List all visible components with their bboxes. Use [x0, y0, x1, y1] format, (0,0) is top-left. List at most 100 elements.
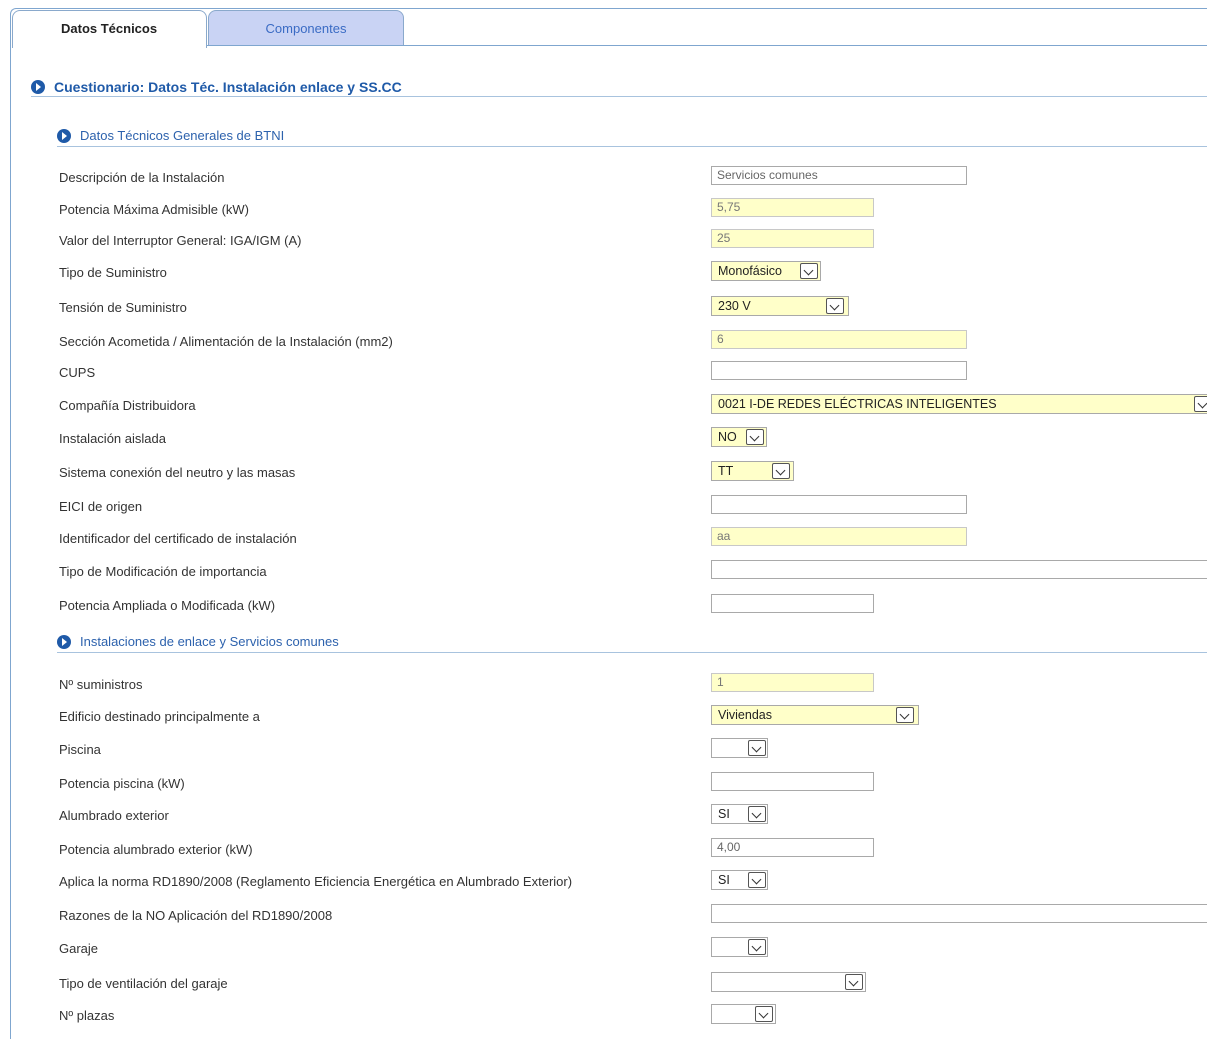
tab-componentes[interactable]: Componentes [208, 10, 404, 46]
razones-no-aplicacion-input[interactable] [711, 904, 1207, 923]
chevron-down-icon[interactable] [772, 463, 790, 479]
field-label: Potencia Ampliada o Modificada (kW) [59, 598, 276, 613]
form-row-tension-suministro: Tensión de Suministro 230 V [59, 296, 1207, 322]
field-label: EICI de origen [59, 499, 143, 514]
field-label: Tensión de Suministro [59, 300, 187, 315]
piscina-select[interactable] [711, 738, 768, 758]
field-label: Edificio destinado principalmente a [59, 709, 260, 724]
chevron-down-icon[interactable] [746, 429, 764, 445]
form-row-potencia-maxima: Potencia Máxima Admisible (kW) 5,75 [59, 198, 1207, 224]
field-label: Compañía Distribuidora [59, 398, 196, 413]
tipo-modificacion-input[interactable] [711, 560, 1207, 579]
num-plazas-select[interactable] [711, 1004, 776, 1024]
form-row-alumbrado-exterior: Alumbrado exterior SI [59, 804, 1207, 830]
ventilacion-garaje-select[interactable] [711, 972, 866, 992]
form-row-aplica-rd1890: Aplica la norma RD1890/2008 (Reglamento … [59, 870, 1207, 896]
field-label: Alumbrado exterior [59, 808, 169, 823]
field-label: Piscina [59, 742, 101, 757]
section-divider [57, 146, 1207, 147]
descripcion-input[interactable]: Servicios comunes [711, 166, 967, 185]
tipo-suministro-select[interactable]: Monofásico [711, 261, 821, 281]
form-row-tipo-suministro: Tipo de Suministro Monofásico [59, 261, 1207, 287]
section-title: Datos Técnicos Generales de BTNI [80, 128, 285, 143]
form-row-num-suministros: Nº suministros 1 [59, 673, 1207, 699]
chevron-down-icon[interactable] [755, 1006, 773, 1022]
garaje-select[interactable] [711, 937, 768, 957]
form-row-cups: CUPS [59, 361, 1207, 387]
field-label: Identificador del certificado de instala… [59, 531, 297, 546]
seccion-acometida-input[interactable]: 6 [711, 330, 967, 349]
potencia-ampliada-input[interactable] [711, 594, 874, 613]
tab-componentes-label: Componentes [265, 21, 347, 36]
field-label: Instalación aislada [59, 431, 166, 446]
num-suministros-input[interactable]: 1 [711, 673, 874, 692]
chevron-down-icon[interactable] [800, 263, 818, 279]
sistema-neutro-select[interactable]: TT [711, 461, 794, 481]
select-value: Viviendas [718, 708, 772, 722]
chevron-down-icon[interactable] [748, 806, 766, 822]
compania-distribuidora-select[interactable]: 0021 I-DE REDES ELÉCTRICAS INTELIGENTES [711, 394, 1207, 414]
form-row-potencia-ampliada: Potencia Ampliada o Modificada (kW) [59, 594, 1207, 620]
field-label: Descripción de la Instalación [59, 170, 225, 185]
form-row-potencia-piscina: Potencia piscina (kW) [59, 772, 1207, 798]
chevron-down-icon[interactable] [826, 298, 844, 314]
field-label: Potencia alumbrado exterior (kW) [59, 842, 253, 857]
tab-datos-tecnicos[interactable]: Datos Técnicos [12, 10, 207, 48]
field-label: Potencia Máxima Admisible (kW) [59, 202, 249, 217]
questionnaire-header: Cuestionario: Datos Téc. Instalación enl… [31, 79, 402, 95]
select-value: 230 V [718, 299, 751, 313]
form-row-potencia-alumbrado: Potencia alumbrado exterior (kW) 4,00 [59, 838, 1207, 864]
tension-suministro-select[interactable]: 230 V [711, 296, 849, 316]
field-label: Tipo de Suministro [59, 265, 167, 280]
edificio-destinado-select[interactable]: Viviendas [711, 705, 919, 725]
interruptor-general-input[interactable]: 25 [711, 229, 874, 248]
identificador-certificado-input[interactable]: aa [711, 527, 967, 546]
aplica-rd1890-select[interactable]: SI [711, 870, 768, 890]
form-row-seccion-acometida: Sección Acometida / Alimentación de la I… [59, 330, 1207, 356]
form-row-identificador-certificado: Identificador del certificado de instala… [59, 527, 1207, 553]
section-bullet-icon [57, 128, 71, 143]
select-value: SI [718, 807, 730, 821]
field-label: Nº plazas [59, 1008, 115, 1023]
form-row-eici-origen: EICI de origen [59, 495, 1207, 521]
form-row-razones-no-aplicacion: Razones de la NO Aplicación del RD1890/2… [59, 904, 1207, 930]
questionnaire-divider [31, 96, 1207, 97]
section-bullet-icon [57, 634, 71, 649]
field-label: CUPS [59, 365, 96, 380]
form-row-descripcion: Descripción de la Instalación Servicios … [59, 166, 1207, 192]
chevron-down-icon[interactable] [845, 974, 863, 990]
form-row-num-plazas: Nº plazas [59, 1004, 1207, 1030]
form-row-garaje: Garaje [59, 937, 1207, 963]
chevron-down-icon[interactable] [1194, 396, 1207, 412]
section-divider [57, 652, 1207, 653]
form-row-piscina: Piscina [59, 738, 1207, 764]
field-label: Aplica la norma RD1890/2008 (Reglamento … [59, 874, 573, 889]
cups-input[interactable] [711, 361, 967, 380]
potencia-piscina-input[interactable] [711, 772, 874, 791]
field-label: Nº suministros [59, 677, 143, 692]
select-value: 0021 I-DE REDES ELÉCTRICAS INTELIGENTES [718, 397, 997, 411]
alumbrado-exterior-select[interactable]: SI [711, 804, 768, 824]
field-label: Valor del Interruptor General: IGA/IGM (… [59, 233, 302, 248]
field-label: Sistema conexión del neutro y las masas [59, 465, 296, 480]
potencia-maxima-input[interactable]: 5,75 [711, 198, 874, 217]
section-datos-generales-header[interactable]: Datos Técnicos Generales de BTNI [57, 128, 284, 143]
chevron-down-icon[interactable] [748, 872, 766, 888]
field-label: Tipo de ventilación del garaje [59, 976, 228, 991]
form-row-edificio-destinado: Edificio destinado principalmente a Vivi… [59, 705, 1207, 731]
potencia-alumbrado-input[interactable]: 4,00 [711, 838, 874, 857]
select-value: NO [718, 430, 737, 444]
tab-datos-tecnicos-label: Datos Técnicos [61, 21, 158, 36]
section-enlace-servicios-header[interactable]: Instalaciones de enlace y Servicios comu… [57, 634, 339, 649]
chevron-down-icon[interactable] [896, 707, 914, 723]
eici-origen-input[interactable] [711, 495, 967, 514]
field-label: Razones de la NO Aplicación del RD1890/2… [59, 908, 333, 923]
instalacion-aislada-select[interactable]: NO [711, 427, 767, 447]
chevron-down-icon[interactable] [748, 740, 766, 756]
chevron-down-icon[interactable] [748, 939, 766, 955]
form-row-compania-distribuidora: Compañía Distribuidora 0021 I-DE REDES E… [59, 394, 1207, 420]
select-value: SI [718, 873, 730, 887]
form-row-tipo-modificacion: Tipo de Modificación de importancia [59, 560, 1207, 586]
form-row-sistema-neutro: Sistema conexión del neutro y las masas … [59, 461, 1207, 487]
form-row-interruptor-general: Valor del Interruptor General: IGA/IGM (… [59, 229, 1207, 255]
